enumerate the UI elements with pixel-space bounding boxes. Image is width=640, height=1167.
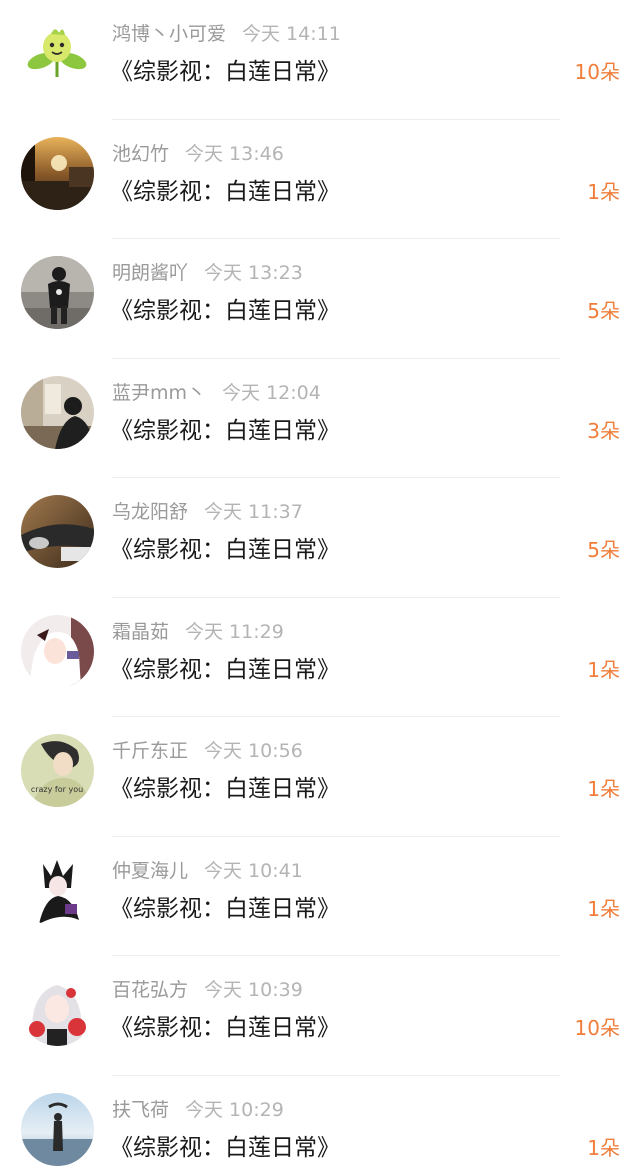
gift-time: 今天 13:46: [185, 142, 284, 165]
sender-meta: 霜晶茹 今天 11:29: [112, 618, 284, 646]
gift-time: 今天 12:04: [222, 381, 321, 404]
list-item[interactable]: 百花弘方 今天 10:39 《综影视：白莲日常》 10朵: [0, 956, 640, 1076]
gift-time: 今天 10:29: [185, 1098, 284, 1121]
crazy-for-you-avatar[interactable]: crazy for you: [21, 734, 94, 807]
list-item[interactable]: 鸿博丶小可爱 今天 14:11 《综影视：白莲日常》 10朵: [0, 0, 640, 120]
white-haired-anime-girl-avatar[interactable]: [21, 614, 94, 688]
car-interior-photo[interactable]: [21, 495, 94, 568]
sender-name[interactable]: 霜晶茹: [112, 621, 169, 643]
sender-name[interactable]: 蓝尹mm丶: [112, 382, 206, 404]
sender-name[interactable]: 仲夏海儿: [112, 860, 188, 882]
flower-count: 3朵: [587, 418, 620, 443]
list-item[interactable]: 仲夏海儿 今天 10:41 《综影视：白莲日常》 1朵: [0, 837, 640, 956]
gift-time: 今天 13:23: [204, 262, 303, 284]
list-item[interactable]: 扶飞荷 今天 10:29 《综影视：白莲日常》 1朵: [0, 1076, 640, 1167]
avatar-caption: crazy for you: [31, 785, 83, 794]
sender-meta: 鸿博丶小可爱 今天 14:11: [112, 20, 341, 48]
list-item[interactable]: 池幻竹 今天 13:46 《综影视：白莲日常》 1朵: [0, 120, 640, 239]
sender-meta: 千斤东正 今天 10:56: [112, 737, 303, 765]
list-item[interactable]: 蓝尹mm丶 今天 12:04 《综影视：白莲日常》 3朵: [0, 359, 640, 478]
gift-time: 今天 10:39: [204, 979, 303, 1001]
dark-anime-character-avatar[interactable]: [21, 853, 94, 927]
sender-name[interactable]: 池幻竹: [112, 143, 169, 165]
flower-count: 5朵: [587, 299, 620, 323]
anime-girl-with-flowers-avatar[interactable]: [21, 973, 94, 1046]
sender-meta: 蓝尹mm丶 今天 12:04: [112, 379, 321, 407]
flower-count: 10朵: [574, 60, 620, 84]
flower-count: 10朵: [574, 1016, 620, 1040]
gift-time: 今天 10:41: [204, 859, 303, 882]
flower-gift-list: 鸿博丶小可爱 今天 14:11 《综影视：白莲日常》 10朵 池幻竹 今天 13…: [0, 0, 640, 1167]
person-in-hoodie-photo[interactable]: [21, 256, 94, 329]
sender-meta: 仲夏海儿 今天 10:41: [112, 857, 303, 885]
book-title[interactable]: 《综影视：白莲日常》: [110, 771, 340, 807]
sender-meta: 池幻竹 今天 13:46: [112, 140, 284, 168]
sender-name[interactable]: 百花弘方: [112, 979, 188, 1001]
book-title[interactable]: 《综影视：白莲日常》: [110, 413, 340, 449]
sender-name[interactable]: 鸿博丶小可爱: [112, 23, 226, 45]
book-title[interactable]: 《综影视：白莲日常》: [110, 532, 340, 568]
list-item[interactable]: 乌龙阳舒 今天 11:37 《综影视：白莲日常》 5朵: [0, 478, 640, 598]
book-title[interactable]: 《综影视：白莲日常》: [110, 293, 340, 329]
book-title[interactable]: 《综影视：白莲日常》: [110, 1130, 340, 1166]
gift-time: 今天 14:11: [242, 23, 341, 45]
book-title[interactable]: 《综影视：白莲日常》: [110, 1010, 340, 1046]
book-title[interactable]: 《综影视：白莲日常》: [110, 54, 340, 90]
sender-meta: 百花弘方 今天 10:39: [112, 976, 303, 1004]
gift-time: 今天 10:56: [204, 740, 303, 762]
sender-name[interactable]: 乌龙阳舒: [112, 501, 188, 523]
beach-silhouette-photo[interactable]: [21, 1092, 94, 1166]
sender-meta: 乌龙阳舒 今天 11:37: [112, 498, 303, 526]
flower-count: 5朵: [587, 538, 620, 562]
book-title[interactable]: 《综影视：白莲日常》: [110, 891, 340, 927]
book-title[interactable]: 《综影视：白莲日常》: [110, 652, 340, 688]
flower-count: 1朵: [587, 657, 620, 682]
book-title[interactable]: 《综影视：白莲日常》: [110, 174, 340, 210]
sender-meta: 扶飞荷 今天 10:29: [112, 1096, 284, 1124]
sunset-window-photo[interactable]: [21, 136, 94, 210]
list-item[interactable]: 明朗酱吖 今天 13:23 《综影视：白莲日常》 5朵: [0, 239, 640, 359]
flower-count: 1朵: [587, 179, 620, 204]
green-leaf-sprout-icon[interactable]: [21, 17, 94, 90]
man-in-room-photo[interactable]: [21, 375, 94, 449]
list-item[interactable]: crazy for you 千斤东正 今天 10:56 《综影视：白莲日常》 1朵: [0, 717, 640, 837]
sender-name[interactable]: 扶飞荷: [112, 1099, 169, 1121]
list-item[interactable]: 霜晶茹 今天 11:29 《综影视：白莲日常》 1朵: [0, 598, 640, 717]
flower-count: 1朵: [587, 896, 620, 921]
sender-name[interactable]: 明朗酱吖: [112, 262, 188, 284]
sender-meta: 明朗酱吖 今天 13:23: [112, 259, 303, 287]
gift-time: 今天 11:37: [204, 501, 303, 523]
gift-time: 今天 11:29: [185, 620, 284, 643]
flower-count: 1朵: [587, 1135, 620, 1160]
flower-count: 1朵: [587, 777, 620, 801]
sender-name[interactable]: 千斤东正: [112, 740, 188, 762]
